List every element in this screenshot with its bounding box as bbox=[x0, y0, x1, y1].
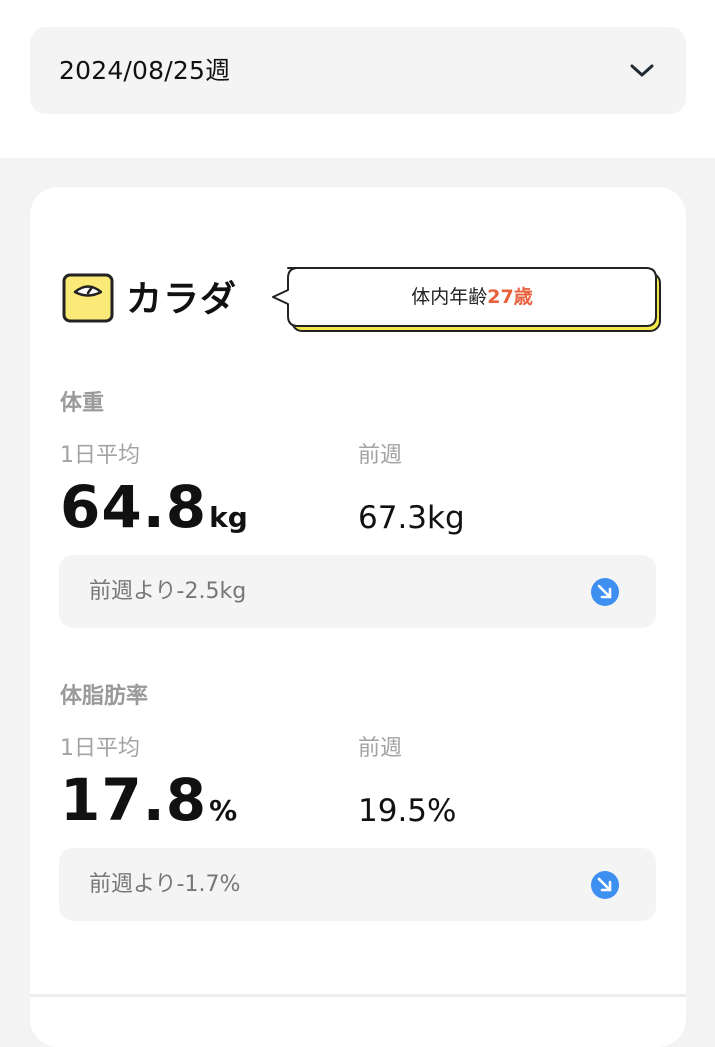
weight-prev-label: 前週 bbox=[358, 443, 403, 468]
body-age-bubble: 体内年齢27歳 bbox=[270, 266, 666, 336]
body-fat-prev-value: 19.5% bbox=[358, 793, 457, 829]
body-age-text: 体内年齢27歳 bbox=[288, 268, 656, 326]
body-age-label: 体内年齢 bbox=[411, 286, 488, 308]
week-select-dropdown[interactable]: 2024/08/25週 bbox=[30, 27, 686, 114]
weight-avg-label: 1日平均 bbox=[60, 443, 140, 468]
body-fat-avg-value: 17.8% bbox=[60, 771, 237, 829]
weight-diff-text: 前週より-2.5kg bbox=[89, 579, 247, 604]
body-fat-diff-row[interactable]: 前週より-1.7% bbox=[59, 848, 656, 921]
scale-icon bbox=[62, 273, 114, 323]
weight-prev-value: 67.3kg bbox=[358, 500, 465, 536]
weight-avg-number: 64.8 bbox=[60, 473, 208, 541]
body-fat-title: 体脂肪率 bbox=[60, 684, 149, 709]
body-fat-prev-label: 前週 bbox=[358, 736, 403, 761]
body-fat-avg-number: 17.8 bbox=[60, 766, 208, 834]
card-divider bbox=[30, 994, 686, 997]
weight-avg-value: 64.8kg bbox=[60, 478, 248, 536]
weight-diff-row[interactable]: 前週より-2.5kg bbox=[59, 555, 656, 628]
body-age-value: 27歳 bbox=[487, 286, 533, 308]
body-fat-diff-text: 前週より-1.7% bbox=[89, 872, 241, 897]
chevron-down-icon bbox=[630, 64, 654, 77]
body-fat-avg-unit: % bbox=[209, 794, 238, 827]
arrow-down-right-icon bbox=[591, 871, 619, 899]
section-title: カラダ bbox=[126, 279, 238, 320]
body-fat-avg-label: 1日平均 bbox=[60, 736, 140, 761]
weight-avg-unit: kg bbox=[209, 501, 248, 534]
weight-title: 体重 bbox=[60, 391, 105, 416]
arrow-down-right-icon bbox=[591, 578, 619, 606]
week-select-value: 2024/08/25週 bbox=[59, 56, 231, 85]
